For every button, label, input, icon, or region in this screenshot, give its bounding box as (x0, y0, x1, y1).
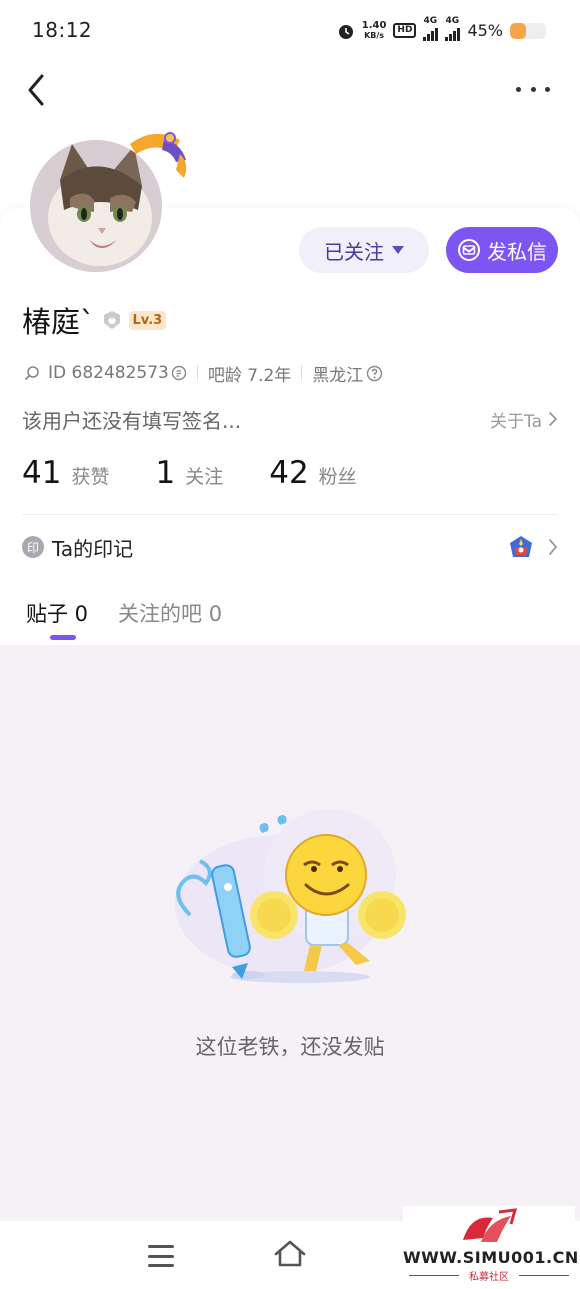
alarm-icon (337, 22, 355, 40)
ta-marks-left: 印 Ta的印记 (22, 533, 133, 562)
stat-value: 41 (22, 455, 62, 491)
following-label: 已关注 (324, 239, 384, 264)
signal-icon: 4G (445, 16, 461, 41)
menu-line (148, 1245, 174, 1248)
stat-following[interactable]: 1 关注 (155, 455, 223, 491)
stat-label: 获赞 (71, 466, 110, 488)
avatar-container[interactable] (26, 132, 187, 280)
search-icon (25, 366, 39, 380)
tab-followed-bars[interactable]: 关注的吧 0 (118, 598, 222, 628)
status-bar: 18:12 1.40 KB/s HD 4G 4G 45% (0, 0, 580, 60)
copy-icon[interactable] (171, 365, 187, 381)
stat-label: 关注 (185, 466, 224, 488)
empty-state-illustration (175, 809, 406, 983)
network-speed-unit: KB/s (364, 30, 385, 40)
signal-label: 4G (423, 16, 438, 26)
status-icons: 1.40 KB/s HD 4G 4G 45% (337, 16, 546, 41)
empty-state-text: 这位老铁，还没发贴 (195, 1035, 385, 1059)
menu-line (148, 1254, 174, 1258)
chevron-left-icon (28, 74, 44, 106)
recent-apps-button[interactable] (148, 1245, 174, 1267)
signature-row: 该用户还没有填写签名... 关于Ta (22, 405, 558, 433)
status-time: 18:12 (32, 18, 93, 42)
bar-age: 吧龄 7.2年 (207, 365, 292, 386)
home-button[interactable] (273, 1239, 307, 1269)
ta-marks-label: Ta的印记 (52, 536, 134, 561)
message-icon (458, 239, 480, 261)
menu-line (148, 1264, 174, 1267)
active-tab-indicator (50, 635, 76, 640)
more-dot (516, 86, 521, 92)
network-speed: 1.40 KB/s (361, 19, 387, 41)
achievement-badge-icon (510, 536, 532, 557)
content-tabs: 贴子 0 关注的吧 0 (26, 598, 222, 628)
more-dot (530, 86, 536, 92)
battery-icon (510, 22, 546, 39)
chevron-right-icon (549, 539, 558, 555)
username: 椿庭` (22, 305, 95, 339)
about-ta-label: 关于Ta (490, 411, 542, 432)
help-icon[interactable] (366, 365, 383, 382)
member-badge-icon[interactable] (101, 309, 123, 331)
following-button[interactable]: 已关注 (299, 227, 429, 273)
stat-label: 粉丝 (318, 466, 357, 488)
level-badge[interactable]: Lv.3 (128, 310, 167, 330)
watermark-line (519, 1275, 569, 1276)
home-icon (274, 1240, 306, 1267)
ta-marks-right (508, 535, 558, 559)
region: 黑龙江 (312, 365, 364, 386)
tab-posts[interactable]: 贴子 0 (26, 598, 88, 628)
stat-followers[interactable]: 42 粉丝 (269, 455, 356, 491)
caret-down-icon (392, 246, 404, 254)
battery-level-fill (510, 22, 527, 39)
posts-content-area: 这位老铁，还没发贴 (0, 645, 580, 1221)
stat-value: 1 (155, 455, 176, 491)
seal-icon: 印 (22, 536, 44, 558)
ta-marks-row[interactable]: 印 Ta的印记 (22, 532, 558, 562)
meta-divider (196, 365, 198, 381)
signal-icon: 4G (423, 16, 439, 41)
watermark-url: WWW.SIMU001.CN (403, 1248, 579, 1267)
signal-label: 4G (445, 16, 460, 26)
signature-text: 该用户还没有填写签名... (22, 408, 242, 433)
hd-voice-icon: HD (393, 23, 417, 38)
more-dot (545, 86, 550, 92)
user-meta-row: ID 682482573 吧龄 7.2年 黑龙江 (24, 361, 383, 386)
network-speed-value: 1.40 (361, 19, 387, 31)
back-button[interactable] (22, 70, 52, 110)
about-ta-link[interactable]: 关于Ta (490, 407, 558, 432)
meta-divider (301, 365, 303, 381)
more-options-button[interactable] (516, 84, 550, 94)
avatar-frame-decoration (130, 132, 187, 178)
section-divider (22, 514, 558, 515)
stat-value: 42 (269, 455, 309, 491)
chevron-right-icon (549, 412, 558, 426)
watermark-logo (463, 1208, 518, 1242)
battery-percent: 45% (467, 21, 503, 40)
send-message-button[interactable]: 发私信 (446, 227, 558, 273)
username-row: 椿庭` Lv.3 (22, 300, 167, 340)
stat-likes[interactable]: 41 获赞 (22, 455, 109, 491)
send-message-label: 发私信 (487, 239, 547, 264)
watermark: WWW.SIMU001.CN 私募社区 (403, 1206, 579, 1286)
user-id: ID 682482573 (48, 363, 169, 383)
stats-row: 41 获赞 1 关注 42 粉丝 (22, 455, 403, 495)
